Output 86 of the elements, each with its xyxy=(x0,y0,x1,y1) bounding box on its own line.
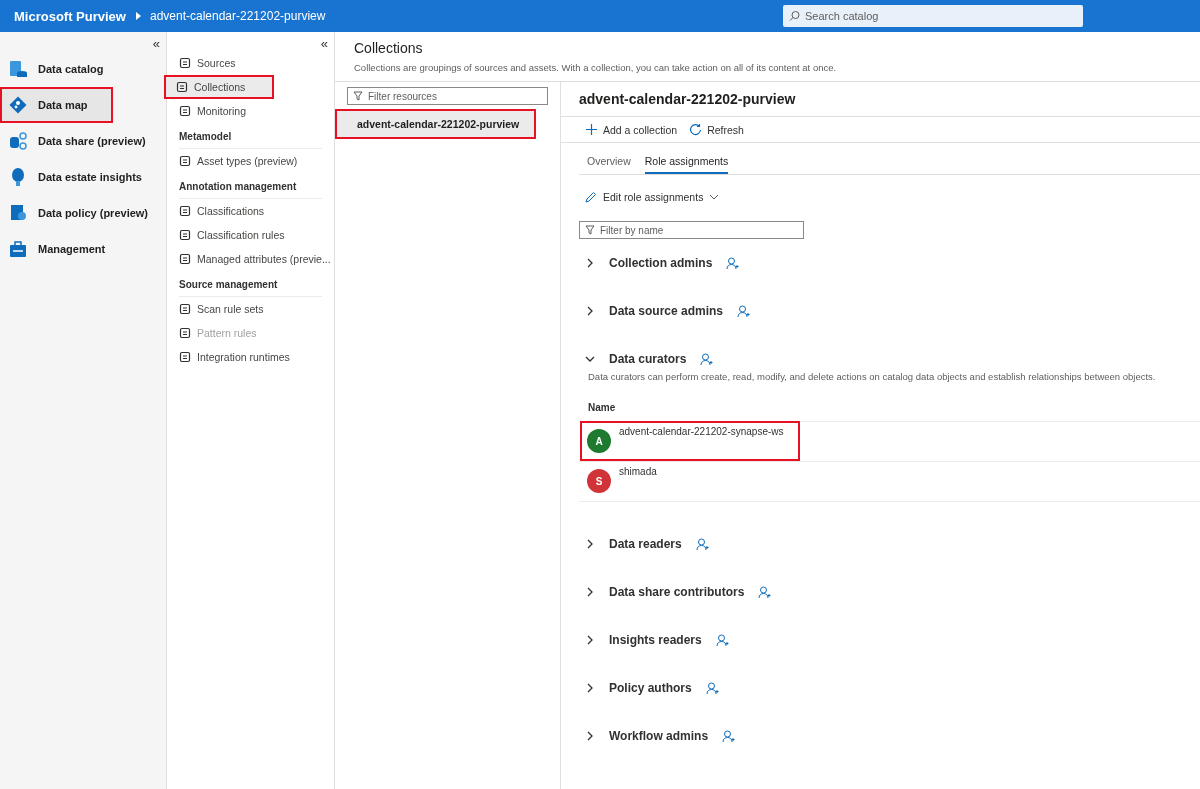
member-name: advent-calendar-221202-synapse-ws xyxy=(619,426,784,437)
nav-item-icon xyxy=(179,229,191,241)
role-name: Insights readers xyxy=(609,633,702,647)
chevron-right-icon xyxy=(585,731,595,741)
chevron-right-icon xyxy=(585,306,595,316)
sidebar-item[interactable]: Data map xyxy=(0,87,113,123)
nav-item-icon xyxy=(176,81,188,93)
member-name: shimada xyxy=(619,466,657,477)
filter-field[interactable]: Filter resources xyxy=(347,87,548,105)
nav-item[interactable]: Integration runtimes xyxy=(167,345,334,369)
person-add-icon[interactable] xyxy=(700,352,714,366)
nav-item-icon xyxy=(179,253,191,265)
column-header: Name xyxy=(579,390,1200,422)
breadcrumb[interactable]: advent-calendar-221202-purview xyxy=(149,9,326,23)
page-title: Collections xyxy=(354,40,424,56)
role-name: Data source admins xyxy=(609,304,724,318)
collapse-button[interactable]: « xyxy=(314,36,334,51)
sidebar-item[interactable]: Data policy (preview) xyxy=(0,195,166,231)
collection-item[interactable]: advent-calendar-221202-purview xyxy=(335,109,536,139)
nav-item[interactable]: Classifications xyxy=(167,199,334,223)
avatar: A xyxy=(587,429,611,453)
role-name: Data curators xyxy=(609,352,687,366)
person-add-icon[interactable] xyxy=(695,537,709,551)
person-add-icon[interactable] xyxy=(737,304,751,318)
nav-item[interactable]: Managed attributes (previe... xyxy=(167,247,334,271)
chevron-down-icon xyxy=(585,354,595,364)
role-description: Data curators can perform create, read, modify, and delete actions on catalog data objects and establish relationships between objects. xyxy=(587,371,1157,384)
chevron-right-icon xyxy=(585,539,595,549)
document-badge-icon xyxy=(8,203,28,223)
pencil-icon xyxy=(585,191,597,203)
chevron-right-icon xyxy=(585,635,595,645)
plus-icon xyxy=(585,123,598,136)
section-header: Annotation management xyxy=(179,175,322,199)
role-name: Data share contributors xyxy=(609,585,745,599)
chevron-down-icon xyxy=(709,194,720,200)
person-add-icon[interactable] xyxy=(726,256,740,270)
person-add-icon[interactable] xyxy=(715,633,729,647)
nav-item[interactable]: Collections xyxy=(164,75,274,99)
person-add-icon[interactable] xyxy=(722,729,736,743)
nav-item-icon xyxy=(179,155,191,167)
sidebar-item[interactable]: Management xyxy=(0,231,166,267)
nav-item[interactable]: Sources xyxy=(167,51,334,75)
sidebar-item[interactable]: Data estate insights xyxy=(0,159,166,195)
role-name: Data readers xyxy=(609,537,682,551)
person-add-icon[interactable] xyxy=(705,681,719,695)
nav-item[interactable]: Classification rules xyxy=(167,223,334,247)
role-name: Collection admins xyxy=(609,256,713,270)
tab[interactable]: Role assignments xyxy=(644,155,729,174)
filter-icon xyxy=(353,91,363,101)
role-name: Policy authors xyxy=(609,681,692,695)
search-field[interactable]: Search catalog xyxy=(783,5,1083,27)
nav-item[interactable]: Asset types (preview) xyxy=(167,149,334,173)
toolbar-button[interactable]: Add a collection xyxy=(585,123,678,136)
nav-item[interactable]: Monitoring xyxy=(167,99,334,123)
nav-item-icon xyxy=(179,327,191,339)
nav-item-icon xyxy=(179,205,191,217)
section-header: Metamodel xyxy=(179,125,322,149)
tab[interactable]: Overview xyxy=(587,155,631,174)
nav-item-icon xyxy=(179,57,191,69)
nav-item-icon xyxy=(179,351,191,363)
nav-item[interactable]: Scan rule sets xyxy=(167,297,334,321)
refresh-icon xyxy=(689,123,703,136)
chevron-right-icon xyxy=(585,587,595,597)
person-add-icon[interactable] xyxy=(758,585,772,599)
chevron-right-icon xyxy=(585,683,595,693)
share-icon xyxy=(8,131,28,151)
collapse-button[interactable]: « xyxy=(146,36,166,51)
database-icon xyxy=(8,59,28,79)
nav-item-icon xyxy=(179,105,191,117)
collection-title: advent-calendar-221202-purview xyxy=(561,82,1200,117)
search-icon xyxy=(789,10,800,22)
sidebar-item[interactable]: Data share (preview) xyxy=(0,123,166,159)
filter-field[interactable]: Filter by name xyxy=(579,221,804,239)
section-header: Source management xyxy=(179,273,322,297)
briefcase-icon xyxy=(8,239,28,259)
avatar: S xyxy=(587,469,611,493)
toolbar-button[interactable]: Refresh xyxy=(689,123,744,136)
breadcrumb-caret-icon xyxy=(135,12,142,20)
role-name: Workflow admins xyxy=(609,729,709,743)
app-name[interactable]: Microsoft Purview xyxy=(14,8,126,24)
sidebar-item[interactable]: Data catalog xyxy=(0,51,166,87)
nav-item-icon xyxy=(179,303,191,315)
edit-role-assignments-button[interactable]: Edit role assignments xyxy=(585,191,720,203)
chevron-right-icon xyxy=(585,258,595,268)
page-description: Collections are groupings of sources and assets. With a collection, you can take action on all of its content at once. xyxy=(354,62,838,73)
filter-icon xyxy=(585,225,595,235)
